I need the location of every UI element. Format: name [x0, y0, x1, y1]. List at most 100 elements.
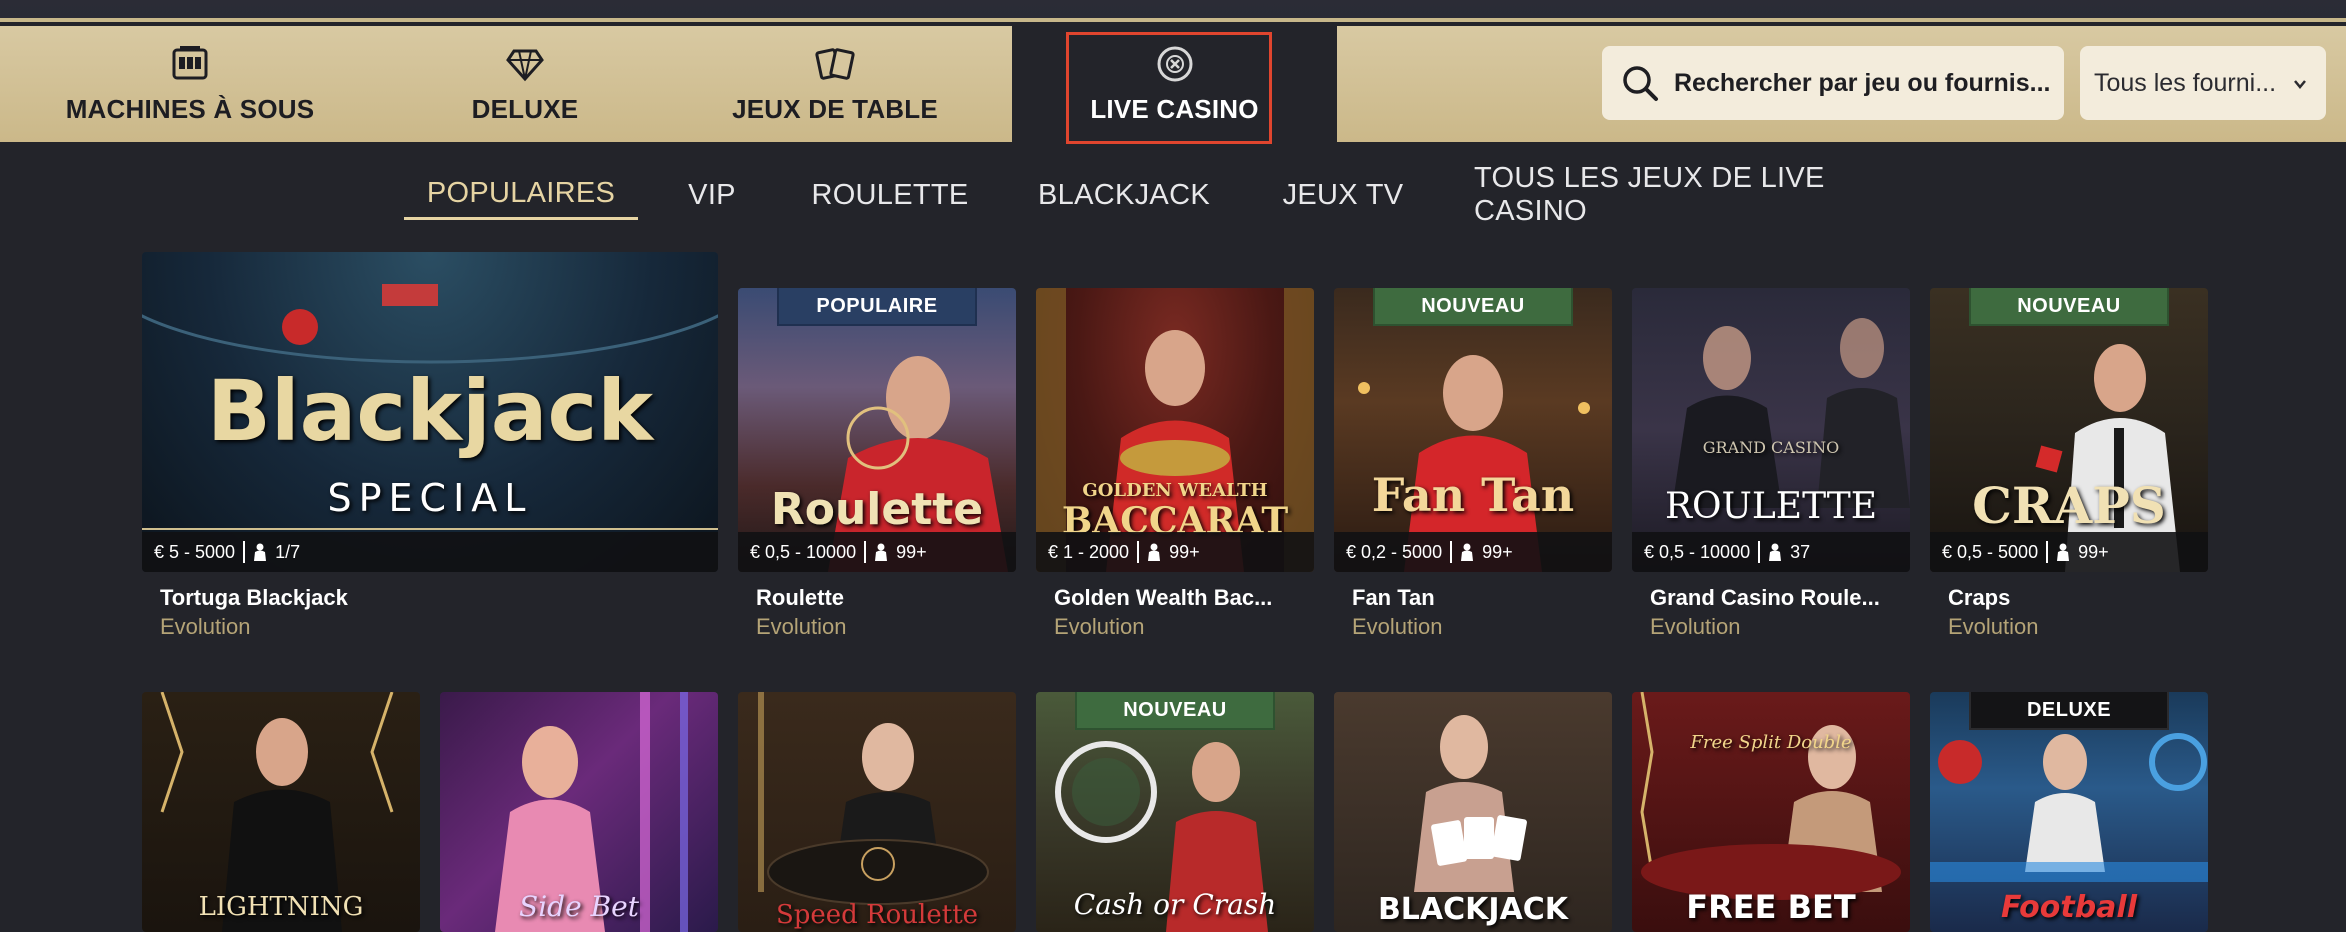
separator	[1450, 541, 1453, 563]
thumb-subtitle: Free Split Double	[1690, 732, 1852, 753]
thumb-title: Roulette	[770, 484, 984, 535]
thumb-subtitle: SPECIAL	[327, 476, 533, 520]
player-count: 99+	[1482, 541, 1513, 562]
subnav-vip[interactable]: VIP	[682, 170, 742, 220]
thumb-title: CRAPS	[1972, 476, 2166, 535]
tab-machines-a-sous[interactable]: MACHINES À SOUS	[40, 26, 340, 142]
search-placeholder: Rechercher par jeu ou fournis...	[1674, 68, 2051, 97]
badge-populaire: POPULAIRE	[777, 288, 977, 326]
tab-label: DELUXE	[471, 93, 579, 124]
game-card-roulette[interactable]: Roulette POPULAIRE € 0,5 - 10000 99+ Rou…	[738, 288, 1016, 652]
cards-icon	[815, 44, 855, 84]
game-card-blackjack[interactable]: BLACKJACK	[1334, 692, 1612, 932]
game-card-side-bet[interactable]: Side Bet	[440, 692, 718, 932]
thumb-title: Speed Roulette	[775, 900, 979, 930]
thumb-title: Fan Tan	[1371, 468, 1575, 522]
bet-limits-bar: € 0,5 - 5000 99+	[1930, 532, 2208, 572]
game-provider: Evolution	[756, 614, 847, 639]
game-thumbnail: LIGHTNING	[142, 692, 420, 932]
search-input[interactable]: Rechercher par jeu ou fournis...	[1602, 46, 2064, 120]
thumb-title: BLACKJACK	[1377, 892, 1569, 927]
game-name: Roulette	[756, 585, 844, 610]
bet-limits: € 0,5 - 10000	[1644, 541, 1751, 562]
thumb-title: Blackjack	[206, 362, 654, 460]
tab-label: JEUX DE TABLE	[732, 93, 938, 124]
bet-limits-bar: € 0,5 - 10000 37	[1632, 532, 1910, 572]
thumb-title: FREE BET	[1686, 888, 1856, 926]
player-count: 99+	[896, 541, 927, 562]
game-name: Tortuga Blackjack	[160, 585, 348, 610]
game-card-cash-or-crash[interactable]: Cash or Crash NOUVEAU	[1036, 692, 1314, 932]
thumb-title: LIGHTNING	[198, 892, 364, 922]
divider	[142, 528, 718, 530]
bet-limits: € 0,2 - 5000	[1346, 541, 1443, 562]
tab-jeux-de-table[interactable]: JEUX DE TABLE	[700, 26, 970, 142]
subnav-tous-les-jeux[interactable]: TOUS LES JEUX DE LIVE CASINO	[1474, 162, 1924, 227]
separator	[1137, 541, 1140, 563]
game-name: Grand Casino Roule...	[1650, 585, 1880, 610]
bet-limits: € 0,5 - 10000	[750, 541, 857, 562]
separator	[1758, 541, 1761, 563]
subnav-blackjack[interactable]: BLACKJACK	[1036, 170, 1212, 220]
game-provider: Evolution	[1948, 614, 2039, 639]
game-thumbnail: GRAND CASINO ROULETTE € 0,5 - 10000 37	[1632, 288, 1910, 572]
dealer-silhouette	[1358, 355, 1590, 572]
game-card-fan-tan[interactable]: Fan Tan NOUVEAU € 0,2 - 5000 99+ Fan Tan…	[1334, 288, 1612, 652]
game-card-lightning[interactable]: LIGHTNING	[142, 692, 420, 932]
game-card-craps[interactable]: CRAPS NOUVEAU € 0,5 - 5000 99+ Craps Evo…	[1930, 288, 2208, 652]
game-card-golden-wealth-baccarat[interactable]: GOLDEN WEALTH BACCARAT € 1 - 2000 99+ Go…	[1036, 288, 1314, 652]
bet-limits: € 5 - 5000	[154, 541, 236, 562]
game-thumbnail: Speed Roulette	[738, 692, 1016, 932]
player-icon	[875, 543, 888, 561]
thumb-subtitle: GOLDEN WEALTH	[1082, 480, 1268, 501]
player-count: 99+	[1169, 541, 1200, 562]
game-thumbnail: GOLDEN WEALTH BACCARAT € 1 - 2000 99+	[1036, 288, 1314, 572]
game-thumbnail: Cash or Crash NOUVEAU	[1036, 692, 1314, 932]
game-thumbnail: Football DELUXE	[1930, 692, 2208, 932]
game-provider: Evolution	[1054, 614, 1145, 639]
player-count: 99+	[2078, 541, 2109, 562]
separator	[243, 541, 246, 563]
game-card-tortuga-blackjack[interactable]: Blackjack SPECIAL € 5 - 5000 1/7 Tortuga…	[142, 252, 718, 652]
badge-nouveau: NOUVEAU	[1373, 288, 1573, 326]
subnav-roulette[interactable]: ROULETTE	[810, 170, 970, 220]
tab-deluxe[interactable]: DELUXE	[420, 26, 630, 142]
badge-deluxe: DELUXE	[1969, 692, 2169, 730]
separator	[864, 541, 867, 563]
game-card-grand-casino-roulette[interactable]: GRAND CASINO ROULETTE € 0,5 - 10000 37 G…	[1632, 288, 1910, 652]
game-thumbnail: Roulette POPULAIRE € 0,5 - 10000 99+	[738, 288, 1016, 572]
thumb-title: Cash or Crash	[1073, 888, 1277, 921]
game-name: Fan Tan	[1352, 585, 1435, 610]
provider-selected-value: Tous les fourni...	[2094, 68, 2277, 97]
search-icon	[1620, 63, 1660, 103]
game-card-speed-roulette[interactable]: Speed Roulette	[738, 692, 1016, 932]
dealer-silhouette	[758, 692, 989, 905]
game-thumbnail: Side Bet	[440, 692, 718, 932]
subnav-populaires[interactable]: POPULAIRES	[404, 170, 638, 220]
game-name: Craps	[1948, 585, 2011, 610]
game-card-football[interactable]: Football DELUXE	[1930, 692, 2208, 932]
separator	[2046, 541, 2049, 563]
thumb-subtitle: GRAND CASINO	[1702, 438, 1840, 457]
game-thumbnail: BLACKJACK	[1334, 692, 1612, 932]
game-card-free-bet[interactable]: Free Split Double FREE BET	[1632, 692, 1910, 932]
game-thumbnail: Free Split Double FREE BET	[1632, 692, 1910, 932]
bet-limits-bar: € 5 - 5000 1/7	[142, 532, 718, 572]
player-icon	[1148, 543, 1161, 561]
subnav-jeux-tv[interactable]: JEUX TV	[1282, 170, 1404, 220]
provider-select[interactable]: Tous les fourni...	[2080, 46, 2326, 120]
bet-limits-bar: € 0,5 - 10000 99+	[738, 532, 1016, 572]
player-icon	[2057, 543, 2070, 561]
badge-nouveau: NOUVEAU	[1075, 692, 1275, 730]
tab-live-casino[interactable]: LIVE CASINO	[1012, 26, 1337, 144]
dealer-silhouette	[1672, 318, 1910, 508]
subnav: POPULAIRES VIP ROULETTE BLACKJACK JEUX T…	[0, 162, 2346, 230]
bet-limits-bar: € 1 - 2000 99+	[1036, 532, 1314, 572]
thumb-title: ROULETTE	[1664, 486, 1878, 527]
game-thumbnail: Fan Tan NOUVEAU € 0,2 - 5000 99+	[1334, 288, 1612, 572]
player-icon	[1461, 543, 1474, 561]
game-provider: Evolution	[1650, 614, 1741, 639]
game-name: Golden Wealth Bac...	[1054, 585, 1273, 610]
player-icon	[1769, 543, 1782, 561]
player-icon	[254, 543, 267, 561]
